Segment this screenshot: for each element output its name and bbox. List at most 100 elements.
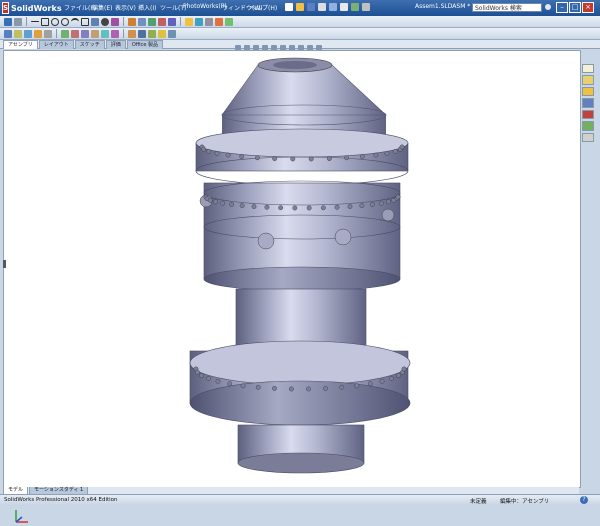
tab-evaluate[interactable]: 評価: [105, 40, 126, 49]
hole-alignment-icon[interactable]: [148, 29, 156, 38]
dimension-icon[interactable]: [185, 17, 193, 26]
search-results-icon[interactable]: [582, 98, 594, 108]
select-icon[interactable]: [340, 3, 348, 11]
solidworks-logo[interactable]: S SolidWorks: [2, 1, 62, 15]
smart-fasteners-icon[interactable]: [34, 29, 42, 38]
show-hidden-icon[interactable]: [61, 29, 69, 38]
large-assembly-icon[interactable]: [168, 29, 176, 38]
menu-edit[interactable]: 編集(E): [92, 3, 112, 13]
save-icon[interactable]: [307, 3, 315, 11]
pattern-icon[interactable]: [158, 17, 166, 26]
resources-icon[interactable]: [582, 64, 594, 74]
custom-properties-icon[interactable]: [582, 132, 594, 142]
sketch-icon[interactable]: [4, 17, 12, 26]
appearances-icon[interactable]: [582, 121, 594, 131]
upper-housing: [199, 180, 401, 292]
minimize-button[interactable]: –: [556, 2, 568, 13]
restore-button[interactable]: □: [569, 2, 581, 13]
coordinate-triad-icon: [15, 510, 28, 523]
undo-icon[interactable]: [329, 3, 337, 11]
menu-help[interactable]: ヘルプ(H): [250, 3, 277, 13]
flange-bolt: [264, 204, 270, 210]
move-icon[interactable]: [168, 17, 176, 26]
relation-icon[interactable]: [195, 17, 203, 26]
mate-icon[interactable]: [14, 29, 22, 38]
flange-bolt: [368, 381, 373, 387]
point-icon[interactable]: [101, 17, 109, 26]
view-palette-icon[interactable]: [582, 109, 594, 120]
new-icon[interactable]: [285, 3, 293, 11]
reference-geometry-icon[interactable]: [81, 29, 89, 38]
mirror-icon[interactable]: [148, 17, 156, 26]
close-button[interactable]: ×: [582, 2, 594, 13]
tab-layout[interactable]: レイアウト: [38, 40, 74, 49]
menu-view[interactable]: 表示(V): [115, 3, 136, 13]
arc-icon[interactable]: [71, 17, 79, 26]
text-icon[interactable]: [111, 17, 119, 26]
exploded-view-icon[interactable]: [111, 29, 119, 38]
flange-bolt: [220, 200, 226, 206]
design-library-icon[interactable]: [582, 75, 594, 85]
help-icon[interactable]: ?: [580, 496, 588, 504]
linear-pattern-icon[interactable]: [24, 29, 32, 38]
file-explorer-icon[interactable]: [582, 86, 594, 97]
flange-bolt: [227, 381, 232, 387]
move-component-icon[interactable]: [44, 29, 52, 38]
offset-icon[interactable]: [138, 17, 146, 26]
bill-of-materials-icon[interactable]: [101, 29, 109, 38]
flange-bolt: [199, 373, 205, 378]
flange-bolt: [359, 203, 365, 209]
flange-bolt: [323, 385, 328, 391]
flange-bolt: [386, 199, 391, 205]
dropdown-icon[interactable]: [14, 17, 22, 26]
toolbar-separator: [123, 29, 124, 38]
flange-bolt: [201, 146, 207, 152]
repair-icon[interactable]: [205, 17, 213, 26]
new-motion-study-icon[interactable]: [91, 29, 99, 38]
circle-icon[interactable]: [51, 17, 59, 26]
flange-bolt: [255, 155, 260, 161]
flange-bolt: [379, 378, 385, 384]
flange-bolt: [292, 205, 298, 211]
assembly-features-icon[interactable]: [71, 29, 79, 38]
flange-bolt: [373, 152, 379, 158]
open-icon[interactable]: [296, 3, 304, 11]
graphics-area[interactable]: [3, 50, 581, 523]
flange-bolt: [339, 384, 345, 390]
help-icon[interactable]: [545, 4, 551, 10]
rectangle-icon[interactable]: [41, 17, 49, 26]
flange-bolt: [214, 150, 220, 156]
ellipse-icon[interactable]: [61, 17, 69, 26]
clearance-icon[interactable]: [138, 29, 146, 38]
menu-photoworks[interactable]: PhotoWorks(P): [183, 3, 227, 13]
spline-icon[interactable]: [91, 17, 99, 26]
polygon-icon[interactable]: [81, 17, 89, 26]
toolbar-separator: [56, 29, 57, 38]
quick-snap-icon[interactable]: [215, 17, 223, 26]
flange-bolt: [369, 202, 375, 207]
menu-insert[interactable]: 挿入(I): [138, 3, 156, 13]
flange-bolt: [378, 200, 384, 206]
search-input[interactable]: SolidWorks 検索: [472, 3, 542, 12]
feature-tree-grip[interactable]: [3, 260, 6, 268]
tab-office-products[interactable]: Office 製品: [126, 40, 163, 49]
flange-bolt: [359, 154, 365, 159]
tab-assembly[interactable]: アセンブリ: [3, 40, 38, 49]
instant3d-icon[interactable]: [158, 29, 166, 38]
tab-sketch[interactable]: スケッチ: [74, 40, 105, 49]
trim-icon[interactable]: [128, 17, 136, 26]
rapid-sketch-icon[interactable]: [225, 17, 233, 26]
rebuild-icon[interactable]: [351, 3, 359, 11]
app-name: SolidWorks: [11, 3, 62, 13]
interference-icon[interactable]: [128, 29, 136, 38]
options-icon[interactable]: [362, 3, 370, 11]
flange-bolt: [213, 199, 218, 205]
print-icon[interactable]: [318, 3, 326, 11]
bottom-tabs: モデル モーションスタディ 1: [3, 487, 579, 495]
flange-bolt: [395, 194, 401, 200]
insert-component-icon[interactable]: [4, 29, 12, 38]
line-icon[interactable]: [31, 21, 39, 22]
flange-bolt: [306, 205, 312, 211]
assembly-model[interactable]: [4, 51, 580, 487]
flange-bolt: [225, 152, 231, 158]
